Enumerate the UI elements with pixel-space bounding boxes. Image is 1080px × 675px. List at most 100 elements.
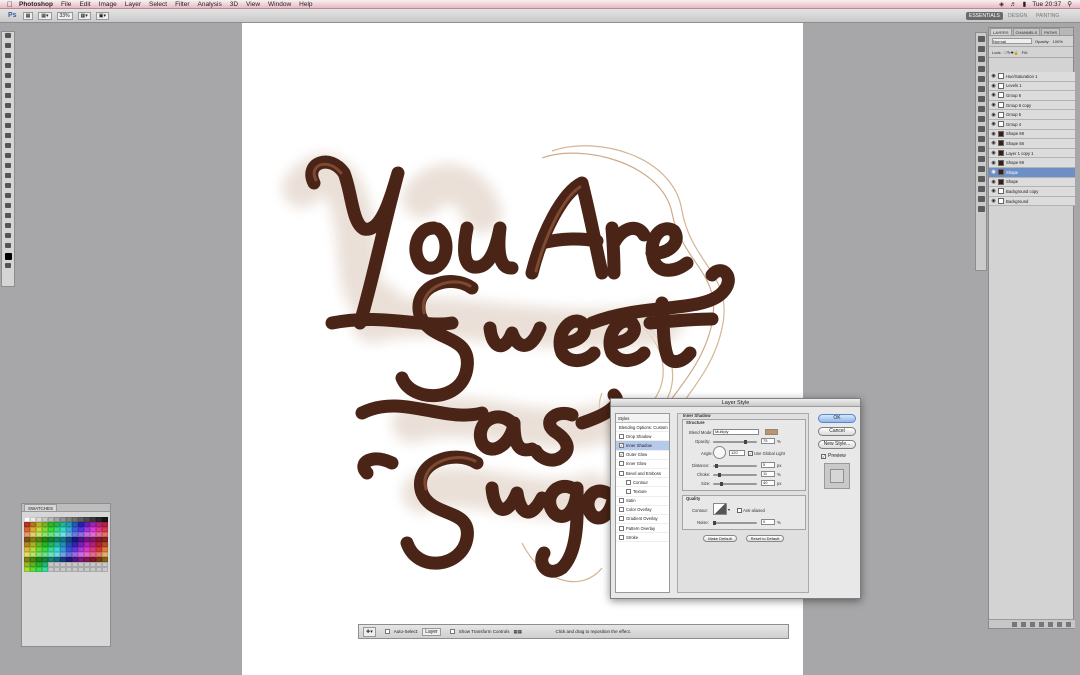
auto-select-dropdown[interactable]: Layer xyxy=(422,627,441,636)
menu-select[interactable]: Select xyxy=(149,1,167,8)
distance-field[interactable]: 5 xyxy=(761,462,775,468)
visibility-eye-icon[interactable]: ◉ xyxy=(989,112,998,118)
zoom-level[interactable]: 33% xyxy=(56,11,73,20)
brush-tool-icon[interactable] xyxy=(3,103,13,111)
blending-options-item[interactable]: Blending Options: Custom xyxy=(616,423,669,433)
style-checkbox[interactable] xyxy=(619,525,624,531)
marquee-tool-icon[interactable] xyxy=(3,43,13,51)
dodge-tool-icon[interactable] xyxy=(3,163,13,171)
move-tool-icon[interactable] xyxy=(3,33,13,41)
histogram-icon[interactable] xyxy=(977,156,985,162)
zoom-tool-icon[interactable] xyxy=(3,243,13,251)
new-group-icon[interactable] xyxy=(1048,621,1053,627)
workspace-design[interactable]: DESIGN xyxy=(1005,12,1030,20)
style-item[interactable]: Color Overlay xyxy=(616,506,669,515)
styles-icon[interactable] xyxy=(977,76,985,82)
angle-dial[interactable] xyxy=(713,446,726,459)
info-icon[interactable] xyxy=(977,166,985,172)
menu-view[interactable]: View xyxy=(246,1,260,8)
visibility-eye-icon[interactable]: ◉ xyxy=(989,102,998,108)
actions-icon[interactable] xyxy=(977,46,985,52)
link-layers-icon[interactable] xyxy=(1012,621,1017,627)
tool-preset-picker[interactable]: ✚▾ xyxy=(363,626,376,637)
size-field[interactable]: 40 xyxy=(761,480,775,486)
color-swatch-icon[interactable] xyxy=(3,253,13,261)
global-light-checkbox[interactable]: ✓ xyxy=(748,451,753,456)
make-default-button[interactable]: Make Default xyxy=(703,535,737,542)
volume-icon[interactable]: ♬ xyxy=(1010,1,1017,8)
history-icon[interactable] xyxy=(977,36,985,42)
visibility-eye-icon[interactable]: ◉ xyxy=(989,121,998,127)
navigator-icon[interactable] xyxy=(977,146,985,152)
workspace-essentials[interactable]: ESSENTIALS xyxy=(966,12,1003,20)
opacity-value[interactable]: 100% xyxy=(1053,39,1063,44)
shadow-color-swatch[interactable] xyxy=(765,429,778,435)
anti-aliased-option[interactable]: Anti-aliased xyxy=(737,508,765,513)
angle-field[interactable]: 120 xyxy=(729,450,745,456)
layer-row[interactable]: ◉ Shape xyxy=(989,177,1075,188)
visibility-eye-icon[interactable]: ◉ xyxy=(989,179,998,185)
visibility-eye-icon[interactable]: ◉ xyxy=(989,92,998,98)
size-knob[interactable] xyxy=(720,482,723,486)
style-checkbox[interactable] xyxy=(626,479,631,485)
new-adjustment-icon[interactable] xyxy=(1039,621,1044,627)
new-layer-icon[interactable] xyxy=(1057,621,1062,627)
show-transform-checkbox[interactable] xyxy=(449,629,455,634)
brushes-icon[interactable] xyxy=(977,106,985,112)
notes-icon[interactable] xyxy=(977,196,985,202)
visibility-eye-icon[interactable]: ◉ xyxy=(989,150,998,156)
layer-row[interactable]: ◉ Group 5 xyxy=(989,110,1075,120)
visibility-eye-icon[interactable]: ◉ xyxy=(989,188,998,194)
masks-icon[interactable] xyxy=(977,96,985,102)
dialog-title[interactable]: Layer Style xyxy=(611,399,860,407)
visibility-eye-icon[interactable]: ◉ xyxy=(989,140,998,146)
style-item[interactable]: Inner Glow xyxy=(616,460,669,469)
auto-select-checkbox[interactable] xyxy=(384,629,390,634)
layer-comps-icon[interactable] xyxy=(977,186,985,192)
clone-stamp-tool-icon[interactable] xyxy=(3,113,13,121)
style-checkbox[interactable] xyxy=(619,461,624,467)
noise-field[interactable]: 0 xyxy=(761,519,775,525)
swatch[interactable] xyxy=(102,567,108,572)
trash-icon[interactable] xyxy=(1066,621,1071,627)
style-item[interactable]: Contour xyxy=(616,478,669,488)
hand-tool-icon[interactable] xyxy=(3,233,13,241)
style-item[interactable]: Pattern Overlay xyxy=(616,524,669,534)
visibility-eye-icon[interactable]: ◉ xyxy=(989,160,998,166)
blend-mode-select[interactable]: Multiply xyxy=(713,429,759,435)
gradient-tool-icon[interactable] xyxy=(3,143,13,151)
add-mask-icon[interactable] xyxy=(1030,621,1035,627)
layer-row[interactable]: ◉ Group 4 xyxy=(989,119,1075,130)
noise-slider[interactable] xyxy=(713,521,757,525)
layer-row[interactable]: ◉ Shape 69 xyxy=(989,158,1075,168)
style-item[interactable]: Bevel and Emboss xyxy=(616,469,669,479)
style-item[interactable]: ✓ Outer Glow xyxy=(616,451,669,460)
layer-row[interactable]: ◉ Levels 1 xyxy=(989,81,1075,92)
clock[interactable]: Tue 20:37 xyxy=(1032,1,1061,8)
layer-row[interactable]: ◉ Background xyxy=(989,196,1075,207)
layer-row[interactable]: ◉ Shape xyxy=(989,167,1075,178)
blur-tool-icon[interactable] xyxy=(3,153,13,161)
style-checkbox[interactable] xyxy=(619,507,624,513)
style-checkbox[interactable] xyxy=(619,470,624,476)
quick-mask-icon[interactable] xyxy=(3,263,13,271)
reset-default-button[interactable]: Reset to Default xyxy=(746,535,784,542)
menu-file[interactable]: File xyxy=(61,1,71,8)
noise-knob[interactable] xyxy=(713,521,716,525)
opacity-field[interactable]: 75 xyxy=(761,438,775,444)
crop-tool-icon[interactable] xyxy=(3,73,13,81)
contour-picker[interactable] xyxy=(713,503,727,515)
tab-layers[interactable]: LAYERS xyxy=(990,28,1012,35)
style-item[interactable]: Gradient Overlay xyxy=(616,515,669,525)
lock-icon[interactable]: □✎✚🔒 xyxy=(1005,50,1019,55)
workspace-painting[interactable]: PAINTING xyxy=(1033,12,1062,20)
style-checkbox[interactable]: ✓ xyxy=(619,442,624,448)
character-icon[interactable] xyxy=(977,126,985,132)
launch-bridge-button[interactable]: ▦ xyxy=(22,11,34,20)
global-light-option[interactable]: ✓ Use Global Light xyxy=(748,451,785,456)
3d-orbit-tool-icon[interactable] xyxy=(3,223,13,231)
wifi-icon[interactable]: ◈ xyxy=(999,0,1004,8)
menu-analysis[interactable]: Analysis xyxy=(198,1,222,8)
menu-filter[interactable]: Filter xyxy=(175,1,189,8)
healing-brush-tool-icon[interactable] xyxy=(3,93,13,101)
